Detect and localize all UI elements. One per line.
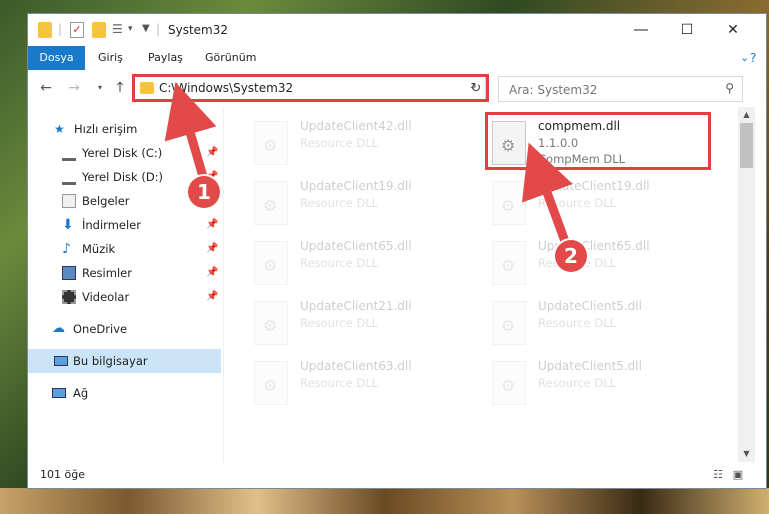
video-icon xyxy=(62,290,76,304)
sidebar-item-quick-access[interactable]: ★ Hızlı erişim xyxy=(28,117,221,141)
sidebar-item-videos[interactable]: Videolar 📌 xyxy=(28,285,221,309)
window-title: System32 xyxy=(168,23,229,37)
network-icon xyxy=(52,388,66,398)
chevron-down-icon[interactable]: ⌄ xyxy=(740,46,749,70)
sidebar-item-onedrive[interactable]: ☁ OneDrive xyxy=(28,317,221,341)
desktop-background xyxy=(0,488,769,514)
list-item[interactable]: ⚙ UpdateClient63.dll Resource DLL xyxy=(244,355,474,411)
title-bar: | ✓ ☰ ▾ ▼ | System32 ― ☐ ✕ xyxy=(28,14,766,46)
drive-icon xyxy=(62,150,76,161)
close-button[interactable]: ✕ xyxy=(710,14,756,46)
list-item[interactable]: ⚙ UpdateClient19.dll Resource DLL xyxy=(482,175,712,231)
new-folder-icon[interactable] xyxy=(92,22,106,38)
recent-locations-icon[interactable]: ▾ xyxy=(92,80,108,96)
documents-icon xyxy=(62,194,76,208)
minimize-button[interactable]: ― xyxy=(618,14,664,46)
search-icon[interactable]: ⚲ xyxy=(725,81,734,95)
dll-file-icon: ⚙ xyxy=(492,181,526,225)
scroll-down-icon[interactable]: ▼ xyxy=(738,446,755,462)
file-explorer-window: | ✓ ☰ ▾ ▼ | System32 ― ☐ ✕ Dosya Giriş P… xyxy=(28,14,766,488)
tab-home[interactable]: Giriş xyxy=(98,46,123,70)
customize-icon[interactable]: ☰ xyxy=(112,22,126,38)
dropdown-arrow-icon[interactable]: ▼ xyxy=(142,23,150,39)
list-item[interactable]: ⚙ UpdateClient65.dll Resource DLL xyxy=(482,235,712,291)
step-badge-2: 2 xyxy=(555,240,587,272)
pictures-icon xyxy=(62,266,76,280)
dll-file-icon: ⚙ xyxy=(254,121,288,165)
search-input[interactable] xyxy=(507,79,711,101)
status-bar: 101 öğe ☷ ▣ xyxy=(28,462,766,488)
download-icon: ⬇ xyxy=(62,217,74,233)
list-item[interactable]: ⚙ UpdateClient5.dll Resource DLL xyxy=(482,295,712,351)
back-arrow-icon[interactable]: ← xyxy=(38,80,54,96)
ribbon-tabs: Dosya Giriş Paylaş Görünüm ⌄ ? xyxy=(28,46,766,71)
up-arrow-icon[interactable]: ↑ xyxy=(112,80,128,96)
tab-file[interactable]: Dosya xyxy=(28,46,85,70)
tab-share[interactable]: Paylaş xyxy=(148,46,183,70)
separator: | xyxy=(156,22,161,36)
file-highlight-box xyxy=(485,112,711,170)
details-view-icon[interactable]: ☷ xyxy=(710,467,726,483)
maximize-button[interactable]: ☐ xyxy=(664,14,710,46)
navigation-pane: ★ Hızlı erişim Yerel Disk (C:) 📌 Yerel D… xyxy=(28,107,223,462)
sidebar-item-network[interactable]: Ağ xyxy=(28,381,221,405)
pin-icon[interactable]: 📌 xyxy=(206,285,218,309)
sidebar-item-disk-c[interactable]: Yerel Disk (C:) 📌 xyxy=(28,141,221,165)
sidebar-item-music[interactable]: ♪ Müzik 📌 xyxy=(28,237,221,261)
large-icons-view-icon[interactable]: ▣ xyxy=(730,467,746,483)
computer-icon xyxy=(54,356,68,366)
pin-icon[interactable]: 📌 xyxy=(206,261,218,285)
chevron-down-icon[interactable]: ▾ xyxy=(128,24,133,40)
search-box[interactable]: ⚲ xyxy=(498,76,743,102)
cloud-icon: ☁ xyxy=(52,321,65,336)
separator: | xyxy=(58,22,63,36)
music-icon: ♪ xyxy=(62,241,71,257)
forward-arrow-icon[interactable]: → xyxy=(66,80,82,96)
vertical-scrollbar[interactable]: ▲ ▼ xyxy=(738,107,755,462)
address-highlight-box xyxy=(132,74,489,102)
dll-file-icon: ⚙ xyxy=(254,241,288,285)
dll-file-icon: ⚙ xyxy=(254,361,288,405)
list-item[interactable]: ⚙ UpdateClient19.dll Resource DLL xyxy=(244,175,474,231)
list-item[interactable]: ⚙ UpdateClient42.dll Resource DLL xyxy=(244,115,474,171)
sidebar-item-this-pc[interactable]: Bu bilgisayar xyxy=(28,349,221,373)
dll-file-icon: ⚙ xyxy=(492,361,526,405)
folder-icon xyxy=(38,22,52,38)
pin-icon[interactable]: 📌 xyxy=(206,237,218,261)
scroll-up-icon[interactable]: ▲ xyxy=(738,107,755,123)
pin-icon[interactable]: 📌 xyxy=(206,141,218,165)
properties-icon[interactable]: ✓ xyxy=(70,22,84,38)
dll-file-icon: ⚙ xyxy=(254,181,288,225)
star-icon: ★ xyxy=(54,122,65,136)
tab-view[interactable]: Görünüm xyxy=(205,46,256,70)
step-badge-1: 1 xyxy=(188,176,220,208)
drive-icon xyxy=(62,174,76,185)
list-item[interactable]: ⚙ UpdateClient65.dll Resource DLL xyxy=(244,235,474,291)
pin-icon[interactable]: 📌 xyxy=(206,213,218,237)
dll-file-icon: ⚙ xyxy=(254,301,288,345)
item-count: 101 öğe xyxy=(40,468,85,481)
list-item[interactable]: ⚙ UpdateClient21.dll Resource DLL xyxy=(244,295,474,351)
sidebar-item-pictures[interactable]: Resimler 📌 xyxy=(28,261,221,285)
help-icon[interactable]: ? xyxy=(750,46,756,70)
sidebar-item-downloads[interactable]: ⬇ İndirmeler 📌 xyxy=(28,213,221,237)
dll-file-icon: ⚙ xyxy=(492,241,526,285)
dll-file-icon: ⚙ xyxy=(492,301,526,345)
list-item[interactable]: ⚙ UpdateClient5.dll Resource DLL xyxy=(482,355,712,411)
scroll-thumb[interactable] xyxy=(740,123,753,168)
